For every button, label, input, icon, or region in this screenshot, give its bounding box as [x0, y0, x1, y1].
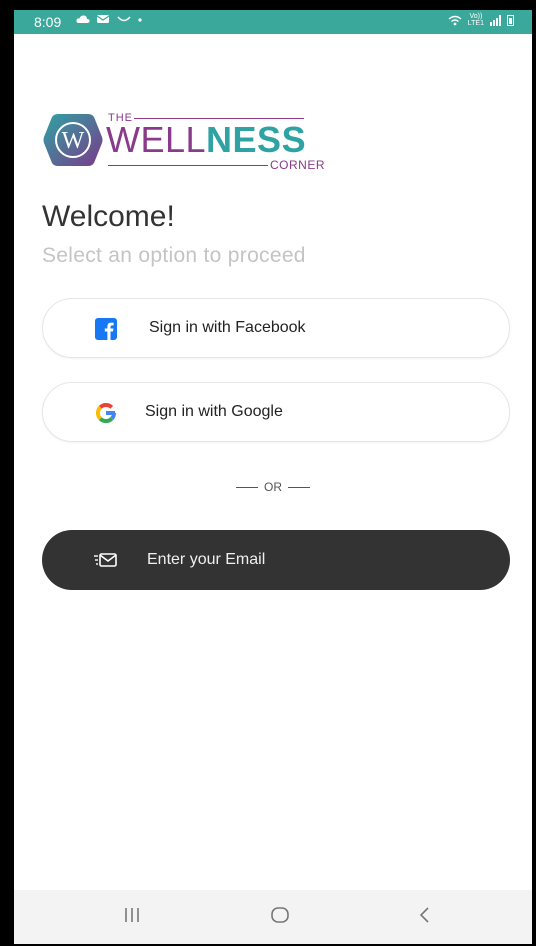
email-signin-button[interactable]: Enter your Email: [42, 530, 510, 590]
volte-icon: Vo)) LTE1: [467, 13, 484, 27]
email-signin-label: Enter your Email: [147, 551, 266, 568]
battery-icon: [507, 14, 514, 26]
page-subtitle: Select an option to proceed: [42, 244, 306, 267]
page-title: Welcome!: [42, 200, 175, 233]
android-nav-bar: [14, 890, 532, 944]
logo-divider-bottom: [108, 165, 268, 166]
recent-apps-icon[interactable]: [122, 904, 142, 926]
wifi-icon: [448, 15, 462, 25]
home-icon[interactable]: [269, 904, 291, 926]
cloud-icon: [76, 15, 90, 23]
facebook-icon: [95, 318, 117, 340]
logo-wellness-text: WELLNESS: [106, 119, 307, 160]
or-text: OR: [264, 480, 282, 494]
signal-icon: [490, 14, 501, 26]
status-time: 8:09: [34, 14, 62, 30]
status-right-icons: Vo)) LTE1: [448, 13, 514, 27]
dot-icon: [138, 18, 142, 22]
back-icon[interactable]: [416, 904, 434, 926]
logo-hexagon-icon: W: [43, 114, 103, 166]
or-line-left: [236, 486, 258, 488]
missed-call-icon: [117, 16, 131, 22]
facebook-signin-label: Sign in with Facebook: [149, 319, 306, 336]
svg-text:W: W: [62, 128, 85, 154]
google-signin-label: Sign in with Google: [145, 403, 283, 420]
or-line-right: [288, 486, 310, 488]
google-icon: [95, 403, 116, 424]
wellness-corner-logo: W THE WELLNESS CORNER: [42, 110, 326, 176]
google-signin-button[interactable]: Sign in with Google: [42, 382, 510, 442]
logo-corner-text: CORNER: [270, 158, 326, 172]
email-send-icon: [94, 553, 117, 567]
facebook-signin-button[interactable]: Sign in with Facebook: [42, 298, 510, 358]
phone-screen: 8:09 Vo)) LTE1 W THE WELLNESS CORNER Wel…: [14, 10, 532, 944]
notification-icons: [76, 13, 143, 27]
message-icon: [97, 15, 110, 23]
or-divider: OR: [14, 480, 532, 494]
status-bar: 8:09 Vo)) LTE1: [14, 10, 532, 34]
